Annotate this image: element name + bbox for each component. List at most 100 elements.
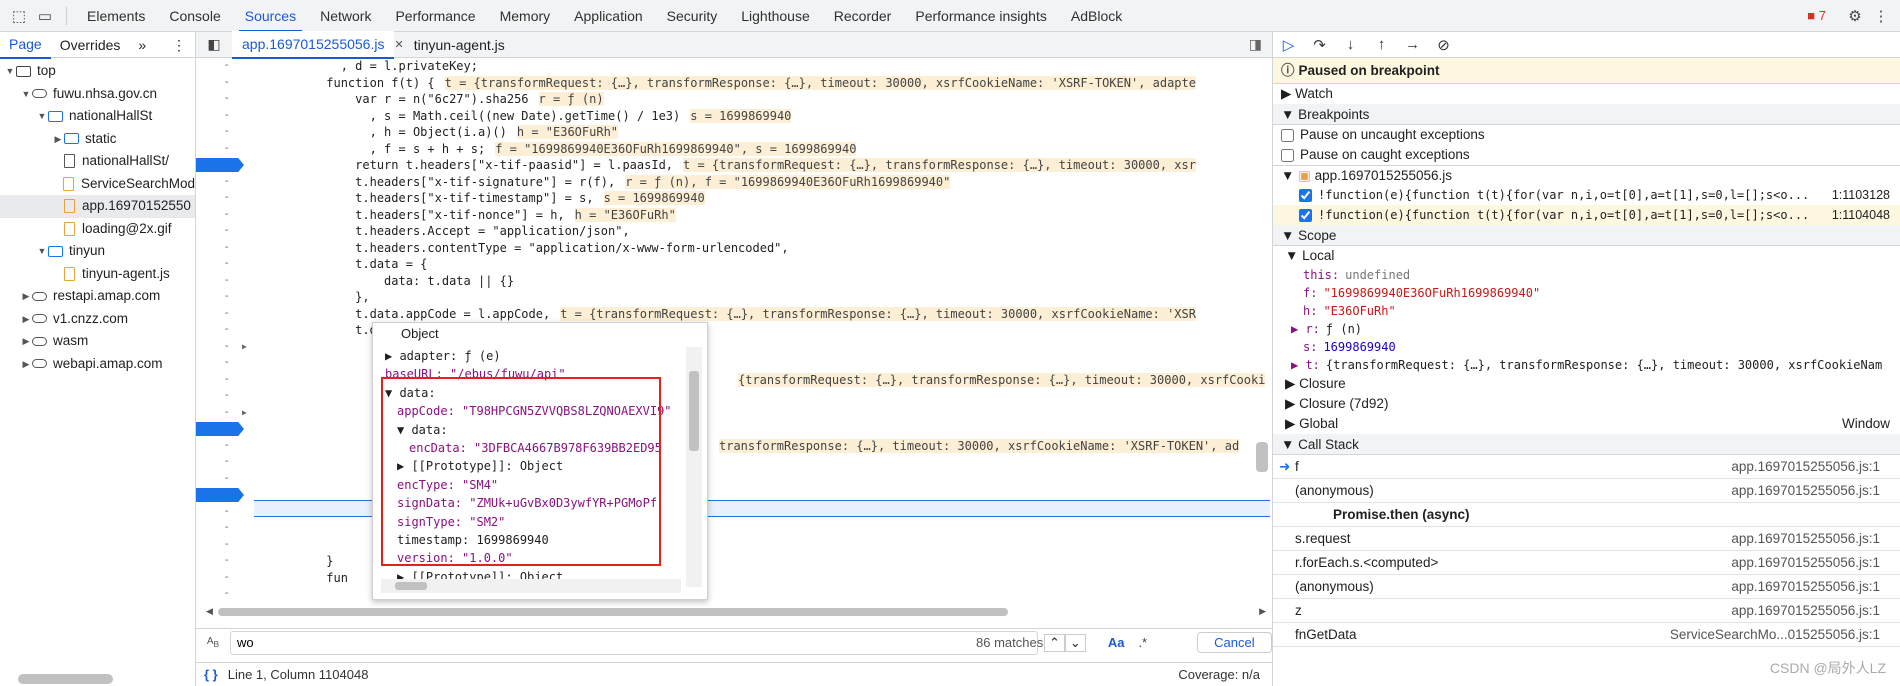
breakpoint-checkbox[interactable] — [1299, 189, 1312, 202]
tree-item[interactable]: ▶ wasm — [0, 330, 195, 353]
line-number[interactable]: - — [196, 124, 252, 140]
scroll-left-icon[interactable]: ◀ — [206, 606, 213, 617]
frame-location[interactable]: app.1697015255056.js:1 — [1731, 455, 1880, 479]
tab-elements[interactable]: Elements — [75, 0, 157, 32]
call-frame[interactable]: (anonymous) app.1697015255056.js:1 — [1273, 575, 1900, 599]
pretty-print-icon[interactable]: { } — [204, 667, 218, 682]
search-input[interactable] — [230, 630, 1038, 655]
close-tab-icon[interactable]: ✕ — [394, 38, 403, 51]
watch-section[interactable]: ▶ Watch — [1273, 84, 1900, 104]
deactivate-breakpoints-icon[interactable]: ⊘ — [1428, 36, 1459, 54]
tab-console[interactable]: Console — [157, 0, 232, 32]
frame-location[interactable]: app.1697015255056.js:1 — [1731, 551, 1880, 575]
tree-item[interactable]: ServiceSearchMod — [0, 173, 195, 196]
tree-arrow-icon[interactable]: ▶ — [20, 308, 32, 331]
coverage-status[interactable]: Coverage: n/a — [1178, 667, 1260, 682]
frame-location[interactable]: app.1697015255056.js:1 — [1731, 527, 1880, 551]
next-match-icon[interactable]: ⌄ — [1064, 633, 1086, 652]
scroll-right-icon[interactable]: ▶ — [1259, 606, 1266, 617]
fold-arrow-icon[interactable]: ▶ — [242, 342, 247, 351]
line-number[interactable]: - — [196, 141, 252, 157]
call-frame[interactable]: r.forEach.s.<computed> app.1697015255056.… — [1273, 551, 1900, 575]
scope-variable[interactable]: ▶ r: ƒ (n) — [1273, 320, 1900, 338]
scope-variable[interactable]: s: 1699869940 — [1273, 338, 1900, 356]
line-number[interactable]: - — [196, 537, 252, 553]
tab-recorder[interactable]: Recorder — [822, 0, 904, 32]
call-frame[interactable]: z app.1697015255056.js:1 — [1273, 599, 1900, 623]
scope-section[interactable]: ▼ Scope — [1273, 225, 1900, 246]
breakpoint-marker[interactable] — [196, 422, 244, 436]
line-number[interactable]: - — [196, 322, 252, 338]
call-frame[interactable]: (anonymous) app.1697015255056.js:1 — [1273, 479, 1900, 503]
local-scope[interactable]: ▼ Local — [1273, 246, 1900, 266]
frame-location[interactable]: ServiceSearchMo...015255056.js:1 — [1670, 623, 1880, 647]
call-frame[interactable]: Promise.then (async) — [1273, 503, 1900, 527]
more-tabs-icon[interactable]: » — [129, 32, 155, 58]
line-number[interactable]: - — [196, 256, 252, 272]
tree-arrow-icon[interactable]: ▼ — [4, 60, 16, 83]
frame-location[interactable]: app.1697015255056.js:1 — [1731, 479, 1880, 503]
tree-item[interactable]: ▼ top — [0, 60, 195, 83]
callstack-section[interactable]: ▼ Call Stack — [1273, 434, 1900, 455]
tab-memory[interactable]: Memory — [488, 0, 563, 32]
frame-location[interactable]: app.1697015255056.js:1 — [1731, 599, 1880, 623]
scope-variable[interactable]: h: "E36OFuRh" — [1273, 302, 1900, 320]
tab-page[interactable]: Page — [0, 31, 51, 59]
breakpoint-file[interactable]: ▼ ▣ app.1697015255056.js — [1273, 165, 1900, 185]
scope-variable[interactable]: this: undefined — [1273, 266, 1900, 284]
caught-exceptions-option[interactable]: Pause on caught exceptions — [1273, 145, 1900, 165]
tree-item[interactable]: ▶ static — [0, 128, 195, 151]
match-case-button[interactable]: Aa — [1108, 635, 1125, 650]
call-frame[interactable]: fnGetData ServiceSearchMo...015255056.js:… — [1273, 623, 1900, 647]
uncaught-exceptions-option[interactable]: Pause on uncaught exceptions — [1273, 125, 1900, 145]
editor-v-scrollbar[interactable] — [1256, 442, 1268, 472]
line-number[interactable]: - — [196, 190, 252, 206]
tree-item[interactable]: nationalHallSt/ — [0, 150, 195, 173]
popover-v-scrollbar[interactable] — [686, 347, 702, 587]
editor-tab-tinyun-js[interactable]: tinyun-agent.js — [404, 32, 515, 58]
tree-arrow-icon[interactable]: ▶ — [52, 128, 64, 151]
closure-scope[interactable]: ▶ Closure — [1273, 374, 1900, 394]
settings-gear-icon[interactable]: ⚙ — [1842, 3, 1868, 29]
fold-arrow-icon[interactable]: ▶ — [242, 408, 247, 417]
step-icon[interactable]: → — [1397, 36, 1428, 53]
tab-overrides[interactable]: Overrides — [51, 32, 130, 58]
breakpoint-entry[interactable]: !function(e){function t(t){for(var n,i,o… — [1273, 205, 1900, 225]
tab-security[interactable]: Security — [655, 0, 730, 32]
object-property[interactable]: ▶ adapter: ƒ (e) — [385, 347, 501, 365]
line-number[interactable]: - — [196, 58, 252, 74]
tree-arrow-icon[interactable]: ▶ — [20, 353, 32, 376]
breakpoint-marker[interactable] — [196, 158, 244, 172]
line-number[interactable]: - — [196, 438, 252, 454]
cancel-search-button[interactable]: Cancel — [1197, 632, 1272, 653]
tab-network[interactable]: Network — [308, 0, 383, 32]
step-into-icon[interactable]: ↓ — [1335, 36, 1366, 53]
tree-item[interactable]: loading@2x.gif — [0, 218, 195, 241]
tab-performance-insights[interactable]: Performance insights — [903, 0, 1059, 32]
call-frame[interactable]: s.request app.1697015255056.js:1 — [1273, 527, 1900, 551]
line-number[interactable]: - — [196, 586, 252, 602]
toggle-debugger-icon[interactable]: ◨ — [1249, 36, 1262, 53]
tree-arrow-icon[interactable]: ▶ — [20, 330, 32, 353]
regex-button[interactable]: .* — [1138, 635, 1147, 650]
editor-tab-app-js[interactable]: app.1697015255056.js — [232, 30, 395, 59]
tree-item[interactable]: ▶ v1.cnzz.com — [0, 308, 195, 331]
tab-application[interactable]: Application — [562, 0, 655, 32]
line-number[interactable]: - — [196, 454, 252, 470]
line-number[interactable]: - — [196, 75, 252, 91]
line-number[interactable]: - — [196, 504, 252, 520]
navigator-menu-icon[interactable]: ⋮ — [163, 32, 195, 58]
line-number[interactable]: - — [196, 207, 252, 223]
line-number[interactable]: - — [196, 388, 252, 404]
call-frame[interactable]: ➜ f app.1697015255056.js:1 — [1273, 455, 1900, 479]
tree-arrow-icon[interactable]: ▶ — [20, 285, 32, 308]
breakpoint-entry[interactable]: !function(e){function t(t){for(var n,i,o… — [1273, 185, 1900, 205]
tree-arrow-icon[interactable]: ▼ — [20, 83, 32, 106]
breakpoint-marker[interactable] — [196, 488, 244, 502]
tab-adblock[interactable]: AdBlock — [1059, 0, 1134, 32]
tree-arrow-icon[interactable]: ▼ — [36, 105, 48, 128]
toggle-navigator-icon[interactable]: ◧ — [196, 36, 232, 53]
editor-h-scrollbar[interactable]: ◀ ▶ — [206, 606, 1266, 618]
closure-7d92-scope[interactable]: ▶ Closure (7d92) — [1273, 394, 1900, 414]
resume-icon[interactable]: ▷ — [1273, 36, 1304, 54]
